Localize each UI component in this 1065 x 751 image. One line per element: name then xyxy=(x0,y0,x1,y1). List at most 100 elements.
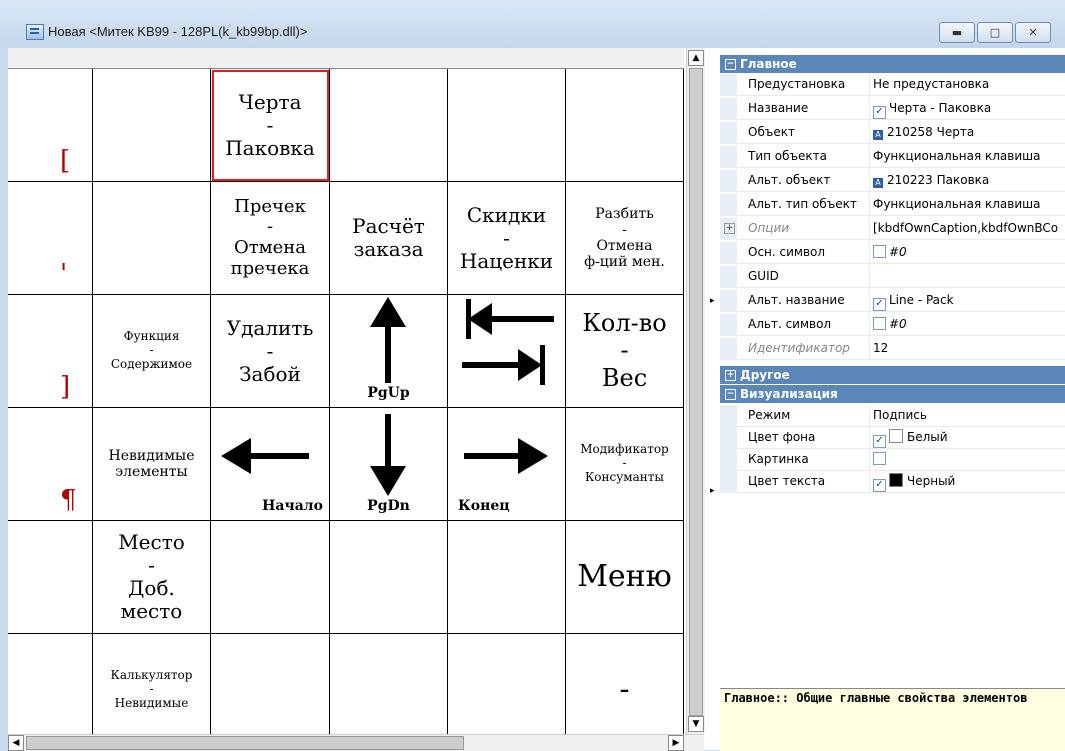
key-cell[interactable]: Разбить - Отмена ф-ций мен. xyxy=(566,182,684,295)
checkbox[interactable]: ✓ xyxy=(873,479,886,492)
key-cell[interactable] xyxy=(330,634,448,734)
key-cell[interactable]: Калькулятор - Невидимые xyxy=(93,634,211,734)
vertical-scroll-thumb[interactable] xyxy=(689,68,703,716)
key-cell[interactable]: Пречек - Отмена пречека xyxy=(211,182,330,295)
key-cell-selected[interactable]: Черта - Паковка xyxy=(211,69,330,182)
key-cell[interactable] xyxy=(448,521,566,634)
property-value[interactable]: #0 xyxy=(869,242,1065,264)
property-row[interactable]: Идентификатор 12 xyxy=(720,338,1065,360)
property-value[interactable]: A 210223 Паковка xyxy=(869,170,1065,192)
maximize-button[interactable]: □ xyxy=(977,22,1013,43)
key-cell[interactable]: Удалить - Забой xyxy=(211,295,330,408)
key-label-line: Содержимое xyxy=(110,356,193,371)
scroll-down-button[interactable]: ▼ xyxy=(688,716,704,732)
property-value[interactable]: Функциональная клавиша xyxy=(869,146,1065,168)
key-cell[interactable]: Скидки - Наценки xyxy=(448,182,566,295)
property-value[interactable]: Функциональная клавиша xyxy=(869,194,1065,216)
property-row[interactable]: Картинка xyxy=(720,449,1065,471)
panel-splitter[interactable]: ▸ ▸ xyxy=(708,48,720,750)
keyboard-layout-panel: [Черта - Паковка ' Пречек - Отмена пречека Расчё… xyxy=(8,48,708,751)
property-value[interactable]: ✓ Line - Pack xyxy=(869,290,1065,312)
property-value[interactable]: ✓ Черный xyxy=(869,471,1065,493)
key-cell[interactable]: Место - Доб. место xyxy=(93,521,211,634)
key-cell[interactable]: Невидимые элементы xyxy=(93,408,211,521)
property-row[interactable]: Тип объекта Функциональная клавиша xyxy=(720,146,1065,168)
checkbox[interactable] xyxy=(873,452,886,465)
property-row[interactable]: Альт. символ #0 xyxy=(720,314,1065,336)
checkbox[interactable]: ✓ xyxy=(873,106,886,119)
collapse-icon[interactable]: − xyxy=(725,58,736,70)
checkbox[interactable] xyxy=(873,245,886,258)
key-cell[interactable] xyxy=(211,634,330,734)
property-row[interactable]: Альт. тип объект Функциональная клавиша xyxy=(720,194,1065,216)
key-cell[interactable] xyxy=(448,634,566,734)
checkbox[interactable] xyxy=(873,317,886,330)
key-label-line: - xyxy=(266,112,274,137)
property-name: Объект xyxy=(748,125,795,139)
property-row[interactable]: Цвет текста ✓ Черный xyxy=(720,471,1065,493)
property-row[interactable]: Предустановка Не предустановка xyxy=(720,74,1065,96)
close-button[interactable]: ✕ xyxy=(1015,22,1051,43)
scroll-right-button[interactable]: ▶ xyxy=(668,735,684,751)
key-cell[interactable]: - xyxy=(566,634,684,734)
key-cell[interactable] xyxy=(566,69,684,182)
key-cell[interactable] xyxy=(330,69,448,182)
key-cell[interactable] xyxy=(211,521,330,634)
property-row[interactable]: Режим Подпись xyxy=(720,405,1065,427)
key-cell[interactable] xyxy=(330,521,448,634)
key-cell[interactable]: Начало xyxy=(211,408,330,521)
section-other[interactable]: + Другое xyxy=(720,366,1065,384)
key-label-line: - xyxy=(620,336,629,365)
property-value[interactable]: [kbdfOwnCaption,kbdfOwnBCo xyxy=(869,218,1065,240)
key-cell[interactable] xyxy=(448,69,566,182)
tab-key-cell[interactable] xyxy=(448,295,566,408)
property-value[interactable]: ✓ Белый xyxy=(869,427,1065,449)
property-value[interactable] xyxy=(869,449,1065,471)
key-cell[interactable] xyxy=(93,182,211,295)
property-row[interactable]: + Опции [kbdfOwnCaption,kbdfOwnBCo xyxy=(720,218,1065,240)
property-value[interactable]: Не предустановка xyxy=(869,74,1065,96)
property-row[interactable]: Объект A 210258 Черта xyxy=(720,122,1065,144)
key-cell[interactable]: Конец xyxy=(448,408,566,521)
section-visual[interactable]: − Визуализация xyxy=(720,385,1065,403)
key-cell[interactable]: Функция - Содержимое xyxy=(93,295,211,408)
horizontal-scroll-thumb[interactable] xyxy=(26,736,464,750)
key-cell[interactable] xyxy=(93,69,211,182)
scroll-left-button[interactable]: ◀ xyxy=(8,735,24,751)
property-value[interactable]: 12 xyxy=(869,338,1065,360)
property-row[interactable]: Цвет фона ✓ Белый xyxy=(720,427,1065,449)
property-value[interactable]: Подпись xyxy=(869,405,1065,427)
property-value-text: Подпись xyxy=(873,408,927,422)
scroll-up-button[interactable]: ▲ xyxy=(688,50,704,66)
expand-icon[interactable]: + xyxy=(725,369,736,381)
property-value[interactable]: A 210258 Черта xyxy=(869,122,1065,144)
vertical-scrollbar[interactable]: ▲ ▼ xyxy=(686,48,705,734)
key-label-line: Калькулятор xyxy=(110,668,193,683)
window-controls: ▬ □ ✕ xyxy=(939,22,1051,43)
property-row[interactable]: Альт. объект A 210223 Паковка xyxy=(720,170,1065,192)
section-main[interactable]: − Главное xyxy=(720,55,1065,73)
property-row[interactable]: Название ✓ Черта - Паковка xyxy=(720,98,1065,120)
property-value[interactable] xyxy=(869,266,1065,288)
property-value[interactable]: ✓ Черта - Паковка xyxy=(869,98,1065,120)
property-row[interactable]: Осн. символ #0 xyxy=(720,242,1065,264)
property-value[interactable]: #0 xyxy=(869,314,1065,336)
key-cell[interactable]: Кол-во - Вес xyxy=(566,295,684,408)
horizontal-scrollbar[interactable]: ◀ ▶ xyxy=(8,734,704,751)
description-panel: Главное:: Общие главные свойства элемент… xyxy=(720,688,1065,751)
checkbox[interactable]: ✓ xyxy=(873,298,886,311)
checkbox[interactable]: ✓ xyxy=(873,435,886,448)
property-row[interactable]: GUID xyxy=(720,266,1065,288)
section-visual-label: Визуализация xyxy=(740,387,838,401)
minimize-button[interactable]: ▬ xyxy=(939,22,975,43)
collapse-icon[interactable]: − xyxy=(725,388,736,400)
expand-icon[interactable]: + xyxy=(724,223,735,234)
minimize-icon: ▬ xyxy=(951,26,963,39)
property-value-text: Черта - Паковка xyxy=(889,101,992,115)
key-cell[interactable]: Расчёт заказа xyxy=(330,182,448,295)
key-cell[interactable]: Модификатор - Консуманты xyxy=(566,408,684,521)
key-cell[interactable]: PgUp xyxy=(330,295,448,408)
key-cell[interactable]: PgDn xyxy=(330,408,448,521)
property-row[interactable]: Альт. название ✓ Line - Pack xyxy=(720,290,1065,312)
key-cell[interactable]: Меню xyxy=(566,521,684,634)
